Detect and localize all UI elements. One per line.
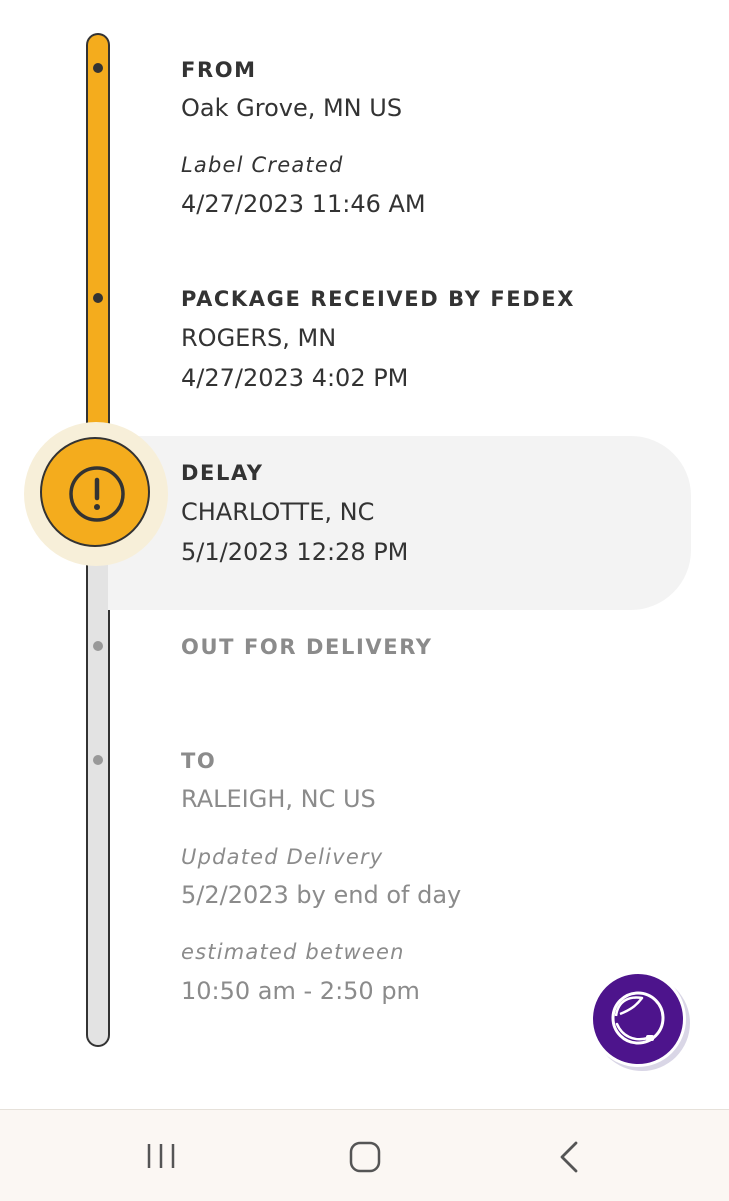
- timeline-dot-to: [93, 755, 103, 765]
- from-label: FROM: [181, 58, 257, 82]
- delivery-window-label: estimated between: [181, 940, 405, 964]
- to-label: TO: [181, 749, 217, 773]
- delay-location: CHARLOTTE, NC: [181, 498, 375, 526]
- to-datetime: 5/2/2023 by end of day: [181, 881, 462, 909]
- progress-track-completed: [86, 33, 110, 455]
- recents-icon[interactable]: [145, 1140, 177, 1172]
- timeline-dot-received: [93, 293, 103, 303]
- to-status: Updated Delivery: [181, 845, 384, 869]
- delay-marker: [40, 437, 150, 547]
- received-location: ROGERS, MN: [181, 324, 337, 352]
- progress-track-pending: [86, 540, 110, 1047]
- system-navigation-bar: [0, 1109, 729, 1201]
- from-location: Oak Grove, MN US: [181, 94, 403, 122]
- to-location: RALEIGH, NC US: [181, 785, 376, 813]
- virtual-assistant-button[interactable]: [590, 971, 686, 1067]
- delivery-window: 10:50 am - 2:50 pm: [181, 977, 420, 1005]
- timeline-dot-from: [93, 63, 103, 73]
- exclamation-circle-icon: [69, 466, 125, 522]
- back-icon[interactable]: [556, 1140, 582, 1174]
- from-status: Label Created: [181, 153, 344, 177]
- out-for-delivery-label: OUT FOR DELIVERY: [181, 635, 433, 659]
- received-datetime: 4/27/2023 4:02 PM: [181, 364, 409, 392]
- virtual-assistant-icon: [611, 991, 665, 1045]
- delay-datetime: 5/1/2023 12:28 PM: [181, 538, 409, 566]
- home-icon[interactable]: [348, 1140, 382, 1174]
- delay-label: DELAY: [181, 461, 264, 485]
- received-label: PACKAGE RECEIVED BY FEDEX: [181, 287, 576, 311]
- from-datetime: 4/27/2023 11:46 AM: [181, 190, 426, 218]
- timeline-dot-out-for-delivery: [93, 641, 103, 651]
